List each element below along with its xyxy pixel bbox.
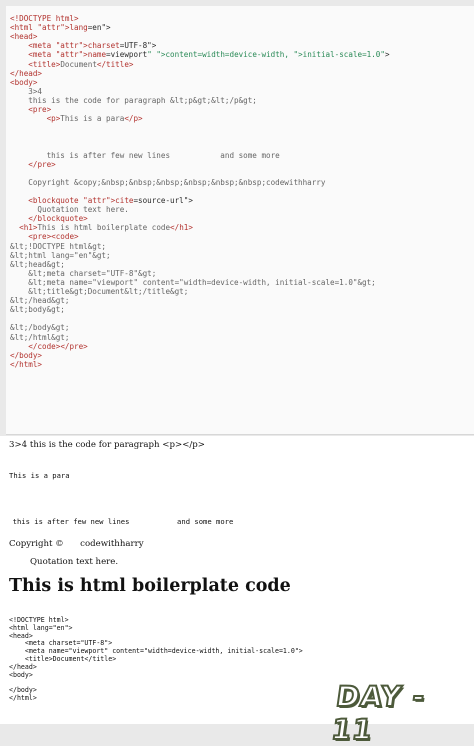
code-line: &lt;/body&gt; — [10, 323, 70, 333]
preview-blockquote: Quotation text here. — [30, 557, 119, 567]
day-badge: DAY - 11 — [328, 679, 428, 746]
preview-code-line: <meta charset="UTF-8"> — [9, 639, 113, 648]
code-line: <html "attr">lang=en"> — [10, 23, 111, 33]
code-line: <title>Document</title> — [28, 59, 134, 69]
preview-line-paragraph-code: 3>4 this is the code for paragraph <p></… — [9, 440, 205, 450]
code-line: </head> — [10, 68, 43, 78]
code-line: Quotation text here. — [10, 205, 129, 215]
preview-code-line: <html lang="en"> — [9, 623, 73, 632]
code-line: <p>This is a para</p> — [46, 114, 143, 124]
preview-code-line: <meta name="viewport" content="width=dev… — [9, 647, 303, 656]
code-line: &lt;!DOCTYPE html&gt; — [10, 241, 107, 251]
code-line: Copyright &copy;&nbsp;&nbsp;&nbsp;&nbsp;… — [10, 177, 326, 187]
code-line: </html> — [10, 359, 43, 369]
code-line: this is after few new lines and some mor… — [10, 150, 280, 160]
preview-pre-after-lines: this is after few new lines and some mor… — [0, 517, 234, 526]
code-line: <blockquote "attr">cite=source-url"> — [28, 196, 193, 205]
code-line: <pre><code> — [28, 232, 79, 242]
code-line: <pre> — [28, 105, 52, 114]
code-line: <body> — [10, 77, 38, 87]
preview-copyright: Copyright © codewithharry — [9, 539, 144, 549]
code-line: </body> — [10, 350, 43, 360]
code-line: &lt;body&gt; — [10, 305, 65, 315]
code-line: &lt;html lang="en"&gt; — [10, 250, 111, 260]
preview-code-line: </head> — [9, 662, 37, 671]
code-line: <head> — [10, 32, 38, 42]
code-line: 3>4 — [10, 86, 43, 96]
code-line: </pre> — [28, 159, 56, 169]
preview-code-line: </html> — [9, 694, 37, 702]
preview-code-line: <title>Document</title> — [9, 655, 117, 663]
code-line: <meta "attr">charset=UTF-8"> — [28, 41, 157, 51]
preview-code-line: </body> — [9, 686, 37, 695]
code-line: <meta "attr">name=viewport" ">content=wi… — [28, 50, 390, 60]
preview-pre-para: This is a para — [9, 471, 70, 480]
code-line: </code></pre> — [28, 341, 88, 351]
code-editor[interactable]: <!DOCTYPE html> <html "attr">lang=en"> <he… — [6, 6, 474, 435]
code-line: &lt;/html&gt; — [10, 332, 70, 342]
code-line: </blockquote> — [28, 214, 88, 224]
code-line: &lt;title&gt;Document&lt;/title&gt; — [10, 287, 189, 296]
code-line: &lt;meta charset="UTF-8"&gt; — [10, 268, 157, 278]
preview-heading: This is html boilerplate code — [9, 576, 291, 596]
code-line: &lt;meta name="viewport" content="width=… — [10, 277, 376, 287]
code-line: <!DOCTYPE html> — [10, 14, 79, 23]
code-line: this is the code for paragraph &lt;p&gt;… — [10, 95, 257, 105]
preview-code-line: <head> — [9, 631, 33, 640]
code-line: &lt;head&gt; — [10, 259, 65, 269]
code-line: &lt;/head&gt; — [10, 296, 70, 306]
preview-code-line: <!DOCTYPE html> — [9, 616, 69, 624]
code-line: <h1>This is html boilerplate code</h1> — [19, 223, 193, 233]
preview-code-line: <body> — [9, 670, 33, 679]
